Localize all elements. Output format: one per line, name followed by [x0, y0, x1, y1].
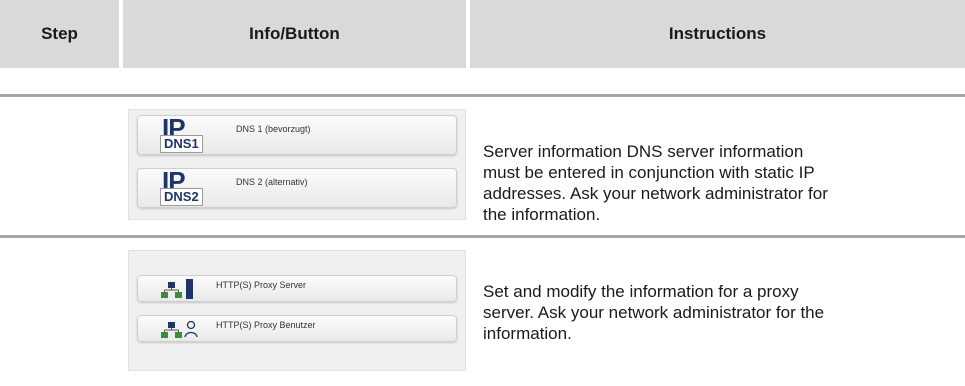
- table-header: Step Info/Button Instructions: [0, 0, 965, 68]
- proxy-server-button[interactable]: HTTP(S) Proxy Server: [137, 275, 457, 302]
- network-icon: [161, 322, 182, 338]
- row-divider: [0, 235, 965, 238]
- dns1-button-label: DNS 1 (bevorzugt): [236, 124, 311, 134]
- instruction-line: must be entered in conjunction with stat…: [483, 163, 815, 182]
- ip-dns1-icon: IP DNS1: [160, 115, 214, 153]
- proxy-user-button-label: HTTP(S) Proxy Benutzer: [216, 320, 316, 330]
- proxy-server-button-label: HTTP(S) Proxy Server: [216, 280, 307, 290]
- dns1-button[interactable]: IP DNS1 DNS 1 (bevorzugt): [137, 115, 457, 155]
- instruction-line: addresses. Ask your network administrato…: [483, 184, 828, 203]
- instruction-line: Set and modify the information for a pro…: [483, 282, 799, 301]
- ip-dns2-icon: IP DNS2: [160, 168, 214, 206]
- instruction-line: the information.: [483, 205, 601, 224]
- header-instructions: Instructions: [470, 0, 965, 68]
- dns2-button[interactable]: IP DNS2 DNS 2 (alternativ): [137, 168, 457, 208]
- row-divider: [0, 94, 965, 97]
- network-icon: [161, 282, 182, 298]
- proxy-user-icon: [184, 320, 198, 338]
- dns2-icon-label: DNS2: [160, 188, 203, 206]
- instruction-line: Server information DNS server informatio…: [483, 142, 804, 161]
- instruction-line: information.: [483, 324, 572, 343]
- proxy-instructions: Set and modify the information for a pro…: [483, 281, 824, 344]
- dns-buttons-panel: IP DNS1 DNS 1 (bevorzugt) IP DNS2 DNS 2 …: [128, 109, 466, 220]
- header-info-button: Info/Button: [123, 0, 466, 68]
- proxy-user-button[interactable]: HTTP(S) Proxy Benutzer: [137, 315, 457, 342]
- dns2-button-label: DNS 2 (alternativ): [236, 177, 308, 187]
- instruction-line: server. Ask your network administrator f…: [483, 303, 825, 322]
- proxy-server-icon: [186, 279, 193, 299]
- header-instructions-label: Instructions: [668, 24, 767, 43]
- proxy-buttons-panel: HTTP(S) Proxy Server HTTP(S) Proxy Benut…: [128, 250, 466, 371]
- header-step: Step: [0, 0, 119, 68]
- header-step-label: Step: [41, 24, 78, 43]
- dns1-icon-label: DNS1: [160, 135, 203, 153]
- dns-instructions: Server information DNS server informatio…: [483, 141, 828, 225]
- header-info-button-label: Info/Button: [249, 24, 340, 43]
